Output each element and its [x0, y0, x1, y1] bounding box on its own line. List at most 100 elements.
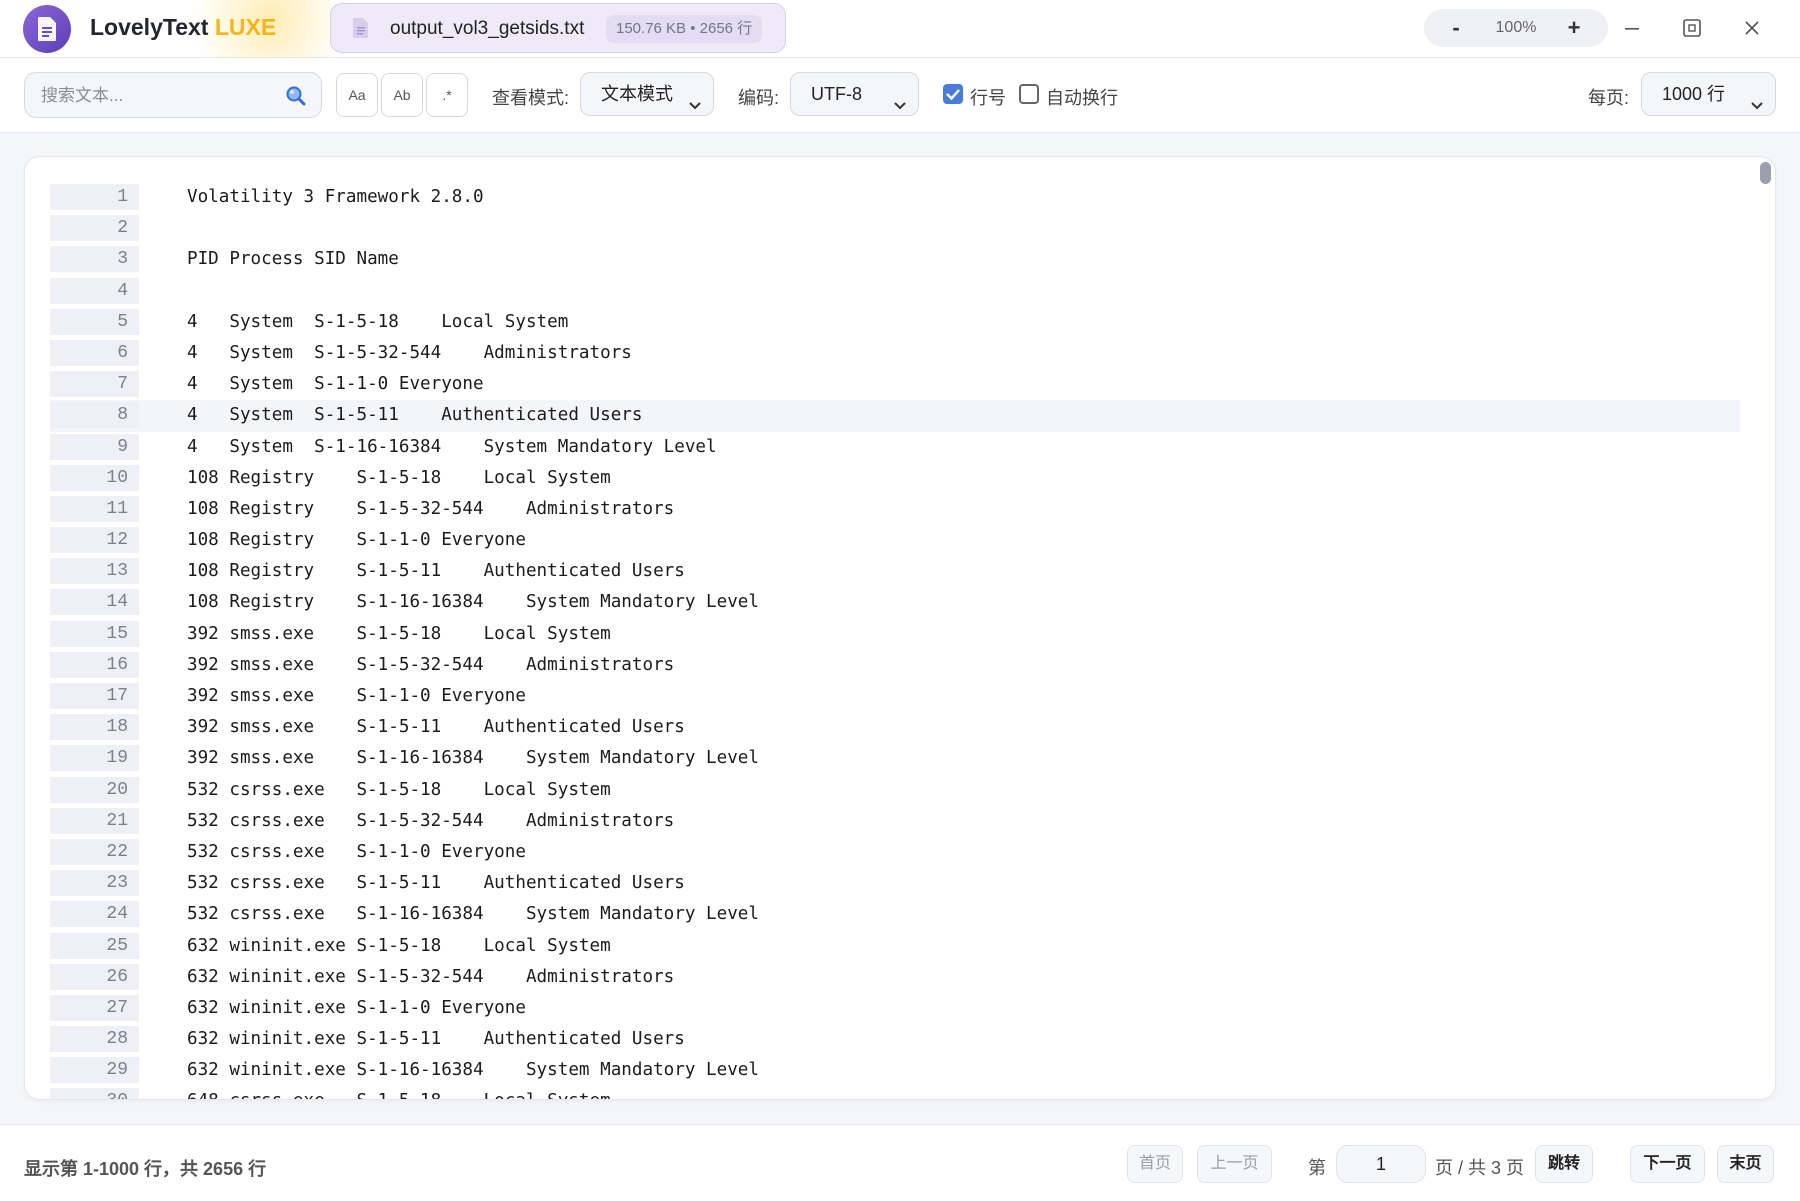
line-text: 632 wininit.exe S-1-5-11 Authenticated U… — [187, 1029, 685, 1050]
line-number: 9 — [50, 433, 139, 460]
file-tab[interactable]: output_vol3_getsids.txt 150.76 KB • 2656… — [330, 3, 786, 53]
zoom-out-button[interactable]: - — [1436, 9, 1476, 47]
prev-page-button[interactable]: 上一页 — [1197, 1145, 1272, 1183]
last-page-button[interactable]: 末页 — [1717, 1145, 1774, 1183]
text-line: 1 Volatility 3 Framework 2.8.0 — [50, 182, 1770, 213]
line-numbers-checkbox[interactable] — [943, 84, 963, 104]
chevron-down-icon — [687, 86, 703, 128]
text-line: 14 108 Registry S-1-16-16384 System Manda… — [50, 587, 1770, 618]
minimize-button[interactable] — [1612, 9, 1652, 47]
per-page-select[interactable]: 1000 行 — [1641, 72, 1776, 116]
line-number: 20 — [50, 776, 139, 803]
line-text: 4 System S-1-5-18 Local System — [187, 311, 569, 332]
zoom-in-button[interactable]: + — [1554, 9, 1594, 47]
encoding-value: UTF-8 — [811, 84, 862, 104]
line-text: 392 smss.exe S-1-5-18 Local System — [187, 623, 611, 644]
text-line: 6 4 System S-1-5-32-544 Administrators — [50, 338, 1770, 369]
view-mode-select[interactable]: 文本模式 — [580, 72, 714, 116]
checkmark-icon — [946, 89, 960, 101]
zoom-control: - 100% + — [1424, 9, 1608, 47]
line-text: 632 wininit.exe S-1-1-0 Everyone — [187, 997, 526, 1018]
text-line: 20 532 csrss.exe S-1-5-18 Local System — [50, 775, 1770, 806]
whole-word-button[interactable]: Ab — [381, 73, 423, 117]
line-number: 2 — [50, 215, 139, 242]
line-text: Volatility 3 Framework 2.8.0 — [187, 187, 484, 207]
search-icon[interactable] — [285, 85, 307, 112]
text-line: 2 — [50, 213, 1770, 244]
line-number: 26 — [50, 963, 139, 990]
close-icon — [1745, 21, 1759, 35]
scrollbar-thumb[interactable] — [1760, 162, 1771, 184]
document-icon — [353, 18, 369, 43]
line-text: 532 csrss.exe S-1-5-18 Local System — [187, 779, 611, 800]
text-line: 22 532 csrss.exe S-1-1-0 Everyone — [50, 837, 1770, 868]
line-number: 11 — [50, 495, 139, 522]
line-text: 4 System S-1-5-32-544 Administrators — [187, 342, 632, 363]
line-number: 19 — [50, 745, 139, 772]
line-number: 29 — [50, 1057, 139, 1084]
line-text: 532 csrss.exe S-1-16-16384 System Mandat… — [187, 904, 759, 925]
page-number-input[interactable] — [1336, 1145, 1426, 1183]
line-number: 30 — [50, 1088, 139, 1099]
line-text: 108 Registry S-1-5-18 Local System — [187, 467, 611, 488]
line-number: 24 — [50, 901, 139, 928]
file-meta-badge: 150.76 KB • 2656 行 — [606, 15, 763, 43]
next-page-button[interactable]: 下一页 — [1630, 1145, 1705, 1183]
per-page-label: 每页: — [1588, 88, 1630, 108]
line-text: 4 System S-1-1-0 Everyone — [187, 374, 484, 395]
jump-button[interactable]: 跳转 — [1535, 1145, 1593, 1183]
text-line: 15 392 smss.exe S-1-5-18 Local System — [50, 619, 1770, 650]
line-text: 532 csrss.exe S-1-1-0 Everyone — [187, 841, 526, 862]
text-line: 4 — [50, 276, 1770, 307]
page-prefix: 第 — [1308, 1158, 1326, 1178]
text-line: 9 4 System S-1-16-16384 System Mandatory … — [50, 432, 1770, 463]
line-text: 108 Registry S-1-5-11 Authenticated User… — [187, 561, 685, 582]
first-page-button[interactable]: 首页 — [1127, 1145, 1183, 1183]
encoding-label: 编码: — [738, 88, 780, 108]
match-case-button[interactable]: Aa — [336, 73, 378, 117]
title-bar: LovelyText LUXE output_vol3_getsids.txt … — [0, 0, 1800, 100]
regex-button[interactable]: .* — [426, 73, 468, 117]
word-wrap-checkbox[interactable] — [1019, 84, 1039, 104]
word-wrap-label: 自动换行 — [1046, 88, 1118, 108]
text-line: 23 532 csrss.exe S-1-5-11 Authenticated U… — [50, 868, 1770, 899]
minimize-icon — [1625, 28, 1639, 30]
line-text: 648 csrss.exe S-1-5-18 Local System — [187, 1088, 611, 1099]
text-viewer[interactable]: 1 Volatility 3 Framework 2.8.0 2 3 PID Proce… — [24, 156, 1776, 1100]
text-line: 21 532 csrss.exe S-1-5-32-544 Administrat… — [50, 806, 1770, 837]
text-line: 12 108 Registry S-1-1-0 Everyone — [50, 525, 1770, 556]
line-text: 632 wininit.exe S-1-5-18 Local System — [187, 935, 611, 956]
app-name: LovelyText LUXE — [90, 14, 276, 41]
text-line: 16 392 smss.exe S-1-5-32-544 Administrato… — [50, 650, 1770, 681]
line-number: 18 — [50, 714, 139, 741]
search-box — [24, 72, 322, 119]
vertical-scrollbar[interactable] — [1757, 157, 1775, 1099]
line-text: 532 csrss.exe S-1-5-11 Authenticated Use… — [187, 873, 685, 894]
search-input[interactable] — [39, 73, 283, 119]
line-text: 4 System S-1-5-11 Authenticated Users — [187, 405, 643, 426]
line-list: 1 Volatility 3 Framework 2.8.0 2 3 PID Proce… — [50, 182, 1770, 1099]
line-number: 22 — [50, 838, 139, 865]
page-suffix: 页 / 共 3 页 — [1435, 1158, 1525, 1178]
maximize-button[interactable] — [1672, 9, 1712, 47]
text-line: 17 392 smss.exe S-1-1-0 Everyone — [50, 681, 1770, 712]
maximize-icon — [1683, 19, 1701, 37]
encoding-select[interactable]: UTF-8 — [790, 72, 919, 116]
line-number: 15 — [50, 620, 139, 647]
text-line: 3 PID Process SID Name — [50, 244, 1770, 275]
text-line: 29 632 wininit.exe S-1-16-16384 System Ma… — [50, 1055, 1770, 1086]
chevron-down-icon — [1749, 86, 1765, 128]
line-text: 4 System S-1-16-16384 System Mandatory L… — [187, 436, 717, 457]
line-text: 392 smss.exe S-1-5-11 Authenticated User… — [187, 717, 685, 738]
line-number: 23 — [50, 870, 139, 897]
app-edition: LUXE — [214, 14, 277, 40]
text-line: 10 108 Registry S-1-5-18 Local System — [50, 463, 1770, 494]
line-number: 27 — [50, 994, 139, 1021]
line-number: 6 — [50, 339, 139, 366]
close-button[interactable] — [1732, 9, 1772, 47]
line-number: 21 — [50, 807, 139, 834]
text-line: 28 632 wininit.exe S-1-5-11 Authenticated… — [50, 1024, 1770, 1055]
app-logo-icon — [23, 5, 71, 53]
line-number: 4 — [50, 277, 139, 304]
line-text: 632 wininit.exe S-1-16-16384 System Mand… — [187, 1060, 759, 1081]
